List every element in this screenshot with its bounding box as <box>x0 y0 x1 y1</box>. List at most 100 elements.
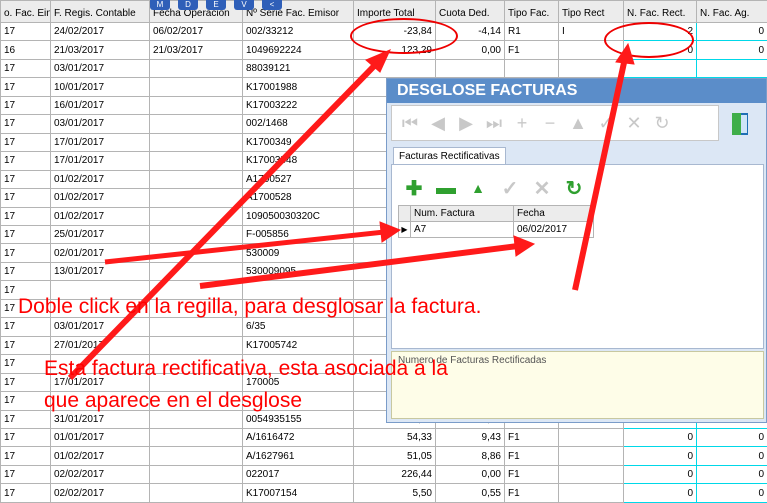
table-cell[interactable]: K17003548 <box>242 151 354 171</box>
grid-column-header[interactable]: N. Fac. Ag. <box>696 0 767 23</box>
table-cell[interactable] <box>149 132 243 153</box>
grid-column-header[interactable]: Cuota Ded. <box>435 0 505 23</box>
table-cell[interactable]: 0 <box>696 21 767 42</box>
table-row[interactable]: 17 02/02/2017 K17007154 5,50 0,55 F1 0 0 <box>0 483 767 503</box>
exit-door-icon[interactable] <box>729 111 751 137</box>
table-cell[interactable]: F1 <box>504 446 559 466</box>
table-cell[interactable]: A1700528 <box>242 188 354 208</box>
table-cell[interactable] <box>149 427 243 448</box>
table-cell[interactable]: 17 <box>0 483 51 503</box>
table-cell[interactable] <box>149 169 243 190</box>
table-cell[interactable] <box>149 188 243 208</box>
cancel-icon[interactable]: ✕ <box>622 113 646 134</box>
edit-line-icon[interactable]: ▲ <box>466 180 490 196</box>
table-cell[interactable] <box>504 58 559 79</box>
table-cell[interactable]: 5,50 <box>353 483 436 503</box>
first-record-icon[interactable]: ⏮ <box>398 113 422 134</box>
table-cell[interactable] <box>149 206 243 226</box>
table-cell[interactable] <box>558 427 624 448</box>
v-button[interactable]: V <box>234 0 254 10</box>
table-cell[interactable]: 17 <box>0 464 51 485</box>
table-cell[interactable]: 17 <box>0 206 51 226</box>
table-cell[interactable]: 17 <box>0 224 51 245</box>
table-cell[interactable]: 17 <box>0 317 51 337</box>
refresh-icon[interactable]: ↻ <box>650 113 674 134</box>
table-cell[interactable] <box>558 483 624 503</box>
table-cell[interactable]: K17003222 <box>242 95 354 116</box>
table-cell[interactable] <box>149 409 243 429</box>
table-cell[interactable]: 0 <box>623 446 697 466</box>
table-cell[interactable]: A/1616472 <box>242 427 354 448</box>
table-cell[interactable]: 06/02/2017 <box>149 21 243 42</box>
table-cell[interactable]: 21/03/2017 <box>149 40 243 60</box>
table-cell[interactable]: A/1627961 <box>242 446 354 466</box>
cancel-line-icon[interactable]: ✕ <box>530 176 554 201</box>
table-cell[interactable]: F1 <box>504 40 559 60</box>
table-cell[interactable]: 17 <box>0 354 51 374</box>
table-cell[interactable]: K17005742 <box>242 335 354 356</box>
grid-column-header[interactable]: o. Fac. Ein <box>0 0 51 23</box>
table-cell[interactable]: 17 <box>0 261 51 282</box>
table-cell[interactable]: 02/02/2017 <box>50 464 150 485</box>
edit-icon[interactable]: ▲ <box>566 113 590 134</box>
table-cell[interactable]: 02/02/2017 <box>50 483 150 503</box>
rectified-invoices-grid[interactable]: Num. Factura Fecha ▶ A7 06/02/2017 <box>398 205 594 238</box>
table-cell[interactable]: 0,55 <box>435 483 505 503</box>
table-cell[interactable]: 17 <box>0 427 51 448</box>
cell-fecha[interactable]: 06/02/2017 <box>513 221 594 238</box>
table-cell[interactable]: 03/01/2017 <box>50 58 150 79</box>
table-cell[interactable]: 17 <box>0 77 51 97</box>
confirm-icon[interactable]: ✓ <box>594 113 618 134</box>
table-cell[interactable]: 0 <box>623 464 697 485</box>
table-cell[interactable]: 17 <box>0 58 51 79</box>
table-cell[interactable] <box>149 464 243 485</box>
table-cell[interactable]: 31/01/2017 <box>50 409 150 429</box>
table-cell[interactable]: F1 <box>504 483 559 503</box>
table-cell[interactable]: 0 <box>696 464 767 485</box>
table-cell[interactable]: 17/01/2017 <box>50 151 150 171</box>
table-cell[interactable] <box>149 151 243 171</box>
table-cell[interactable]: 0 <box>696 446 767 466</box>
table-cell[interactable] <box>558 464 624 485</box>
column-fecha[interactable]: Fecha <box>513 205 594 222</box>
table-cell[interactable]: 0,00 <box>435 464 505 485</box>
table-cell[interactable] <box>558 446 624 466</box>
table-cell[interactable]: 17 <box>0 132 51 153</box>
table-cell[interactable]: 8,86 <box>435 446 505 466</box>
e-button[interactable]: E <box>206 0 226 10</box>
table-cell[interactable] <box>149 261 243 282</box>
table-cell[interactable]: 01/02/2017 <box>50 188 150 208</box>
table-cell[interactable]: 17 <box>0 335 51 356</box>
add-line-icon[interactable]: ✚ <box>402 176 426 201</box>
refresh-line-icon[interactable]: ↻ <box>562 176 586 201</box>
table-cell[interactable]: 226,44 <box>353 464 436 485</box>
remove-icon[interactable]: − <box>538 113 562 134</box>
cell-num-factura[interactable]: A7 <box>410 221 514 238</box>
table-cell[interactable]: F1 <box>504 427 559 448</box>
table-cell[interactable]: 01/02/2017 <box>50 206 150 226</box>
table-cell[interactable]: A1700527 <box>242 169 354 190</box>
table-cell[interactable]: 17 <box>0 446 51 466</box>
next-record-icon[interactable]: ▶ <box>454 113 478 134</box>
table-cell[interactable]: 0 <box>696 427 767 448</box>
table-cell[interactable]: 16/01/2017 <box>50 95 150 116</box>
table-cell[interactable] <box>149 317 243 337</box>
table-cell[interactable] <box>149 446 243 466</box>
table-cell[interactable]: 0 <box>623 483 697 503</box>
table-cell[interactable]: 1049692224 <box>242 40 354 60</box>
table-cell[interactable]: 01/02/2017 <box>50 446 150 466</box>
table-row[interactable]: 17 02/02/2017 022017 226,44 0,00 F1 0 0 <box>0 464 767 485</box>
table-cell[interactable]: 17 <box>0 188 51 208</box>
table-row[interactable]: 17 01/02/2017 A/1627961 51,05 8,86 F1 0 0 <box>0 446 767 466</box>
table-cell[interactable]: K1700349 <box>242 132 354 153</box>
table-cell[interactable]: 0054935155 <box>242 409 354 429</box>
table-cell[interactable]: 530009095 <box>242 261 354 282</box>
add-icon[interactable]: + <box>510 113 534 134</box>
table-cell[interactable] <box>149 243 243 263</box>
table-cell[interactable]: 17 <box>0 114 51 134</box>
table-cell[interactable]: 17 <box>0 169 51 190</box>
table-cell[interactable] <box>558 58 624 79</box>
m-button[interactable]: M <box>150 0 170 10</box>
table-cell[interactable] <box>435 58 505 79</box>
table-cell[interactable]: 10/01/2017 <box>50 77 150 97</box>
